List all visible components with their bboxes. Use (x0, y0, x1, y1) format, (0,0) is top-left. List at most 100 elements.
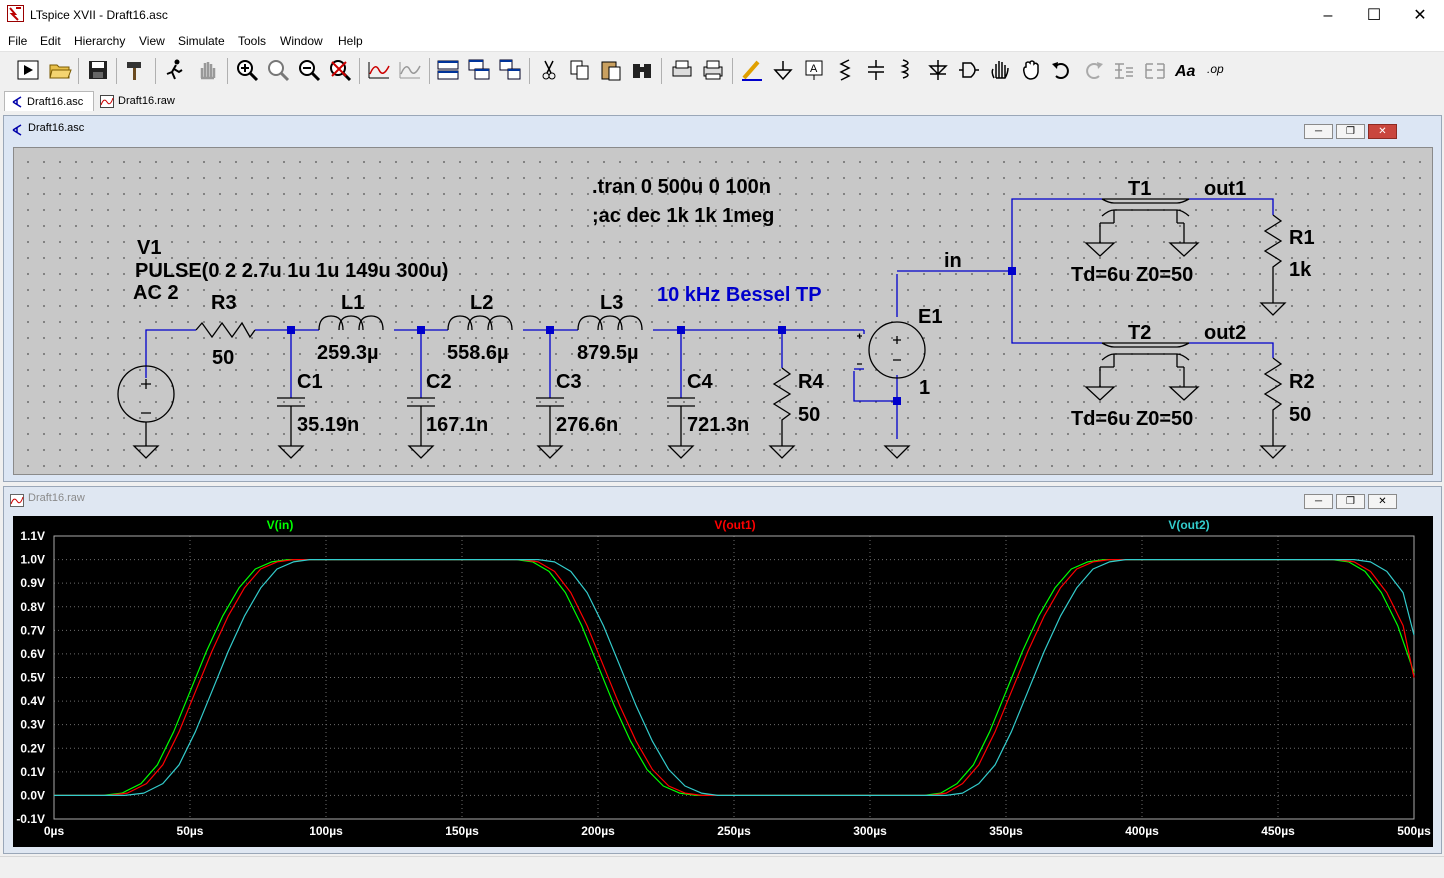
y-tick-label: 0.2V (20, 741, 45, 755)
l3-value[interactable]: 879.5µ (577, 342, 639, 364)
undo-icon[interactable] (1050, 58, 1074, 82)
zoom-pan-icon[interactable] (266, 58, 290, 82)
c4-value[interactable]: 721.3n (687, 414, 749, 436)
maximize-button[interactable]: ☐ (1351, 0, 1397, 31)
draw-wire-icon[interactable] (740, 58, 764, 82)
t2-value[interactable]: Td=6u Z0=50 (1071, 408, 1193, 430)
v1-value[interactable]: PULSE(0 2 2.7u 1u 1u 149u 300u) (135, 260, 448, 282)
v1-ac[interactable]: AC 2 (133, 282, 179, 304)
drag-hand-icon[interactable] (1019, 58, 1043, 82)
ac-directive[interactable]: ;ac dec 1k 1k 1meg (592, 205, 774, 227)
component-icon[interactable] (957, 58, 981, 82)
r4-value[interactable]: 50 (798, 404, 820, 426)
net-in-label[interactable]: in (944, 250, 962, 272)
zoom-in-icon[interactable] (235, 58, 259, 82)
r2-name[interactable]: R2 (1289, 371, 1315, 393)
menu-file[interactable]: File (8, 34, 27, 48)
hammer-icon[interactable] (124, 58, 148, 82)
r2-value[interactable]: 50 (1289, 404, 1311, 426)
t2-name[interactable]: T2 (1128, 322, 1151, 344)
zoom-fit-icon[interactable] (328, 58, 352, 82)
v1-name[interactable]: V1 (137, 237, 161, 259)
plot-view-icon[interactable] (398, 58, 422, 82)
c2-name[interactable]: C2 (426, 371, 452, 393)
print-setup-icon[interactable] (701, 58, 725, 82)
menu-help[interactable]: Help (338, 34, 363, 48)
l1-value[interactable]: 259.3µ (317, 342, 379, 364)
find-binoculars-icon[interactable] (630, 58, 654, 82)
e1-value[interactable]: 1 (919, 377, 930, 399)
tab-draft16-asc[interactable]: Draft16.asc (4, 91, 94, 111)
mdi-close-button[interactable]: ✕ (1368, 124, 1397, 139)
r3-name[interactable]: R3 (211, 292, 237, 314)
menu-view[interactable]: View (139, 34, 165, 48)
c3-name[interactable]: C3 (556, 371, 582, 393)
filter-comment[interactable]: 10 kHz Bessel TP (657, 284, 822, 306)
r1-value[interactable]: 1k (1289, 259, 1312, 281)
copy-icon[interactable] (568, 58, 592, 82)
waveform-icon (10, 494, 24, 507)
c1-name[interactable]: C1 (297, 371, 323, 393)
waveform-plot[interactable]: 0µs 50µs 100µs 150µs 200µs 250µs 300µs 350µs 400… (13, 516, 1433, 847)
capacitor-icon[interactable] (864, 58, 888, 82)
run-man-icon[interactable] (163, 58, 187, 82)
inductor-icon[interactable] (895, 58, 919, 82)
t1-name[interactable]: T1 (1128, 178, 1151, 200)
redo-icon[interactable] (1081, 58, 1105, 82)
mdi-restore-button[interactable]: ❐ (1336, 124, 1365, 139)
t1-value[interactable]: Td=6u Z0=50 (1071, 264, 1193, 286)
zoom-out-icon[interactable] (297, 58, 321, 82)
tile-horizontal-icon[interactable] (436, 58, 460, 82)
run-icon[interactable] (16, 58, 40, 82)
c1-value[interactable]: 35.19n (297, 414, 359, 436)
rotate-icon[interactable] (1112, 58, 1136, 82)
mdi-minimize-button[interactable]: ─ (1304, 494, 1333, 509)
r3-value[interactable]: 50 (212, 347, 234, 369)
paste-icon[interactable] (599, 58, 623, 82)
cascade-icon[interactable] (467, 58, 491, 82)
halt-hand-icon[interactable] (195, 58, 219, 82)
r4-name[interactable]: R4 (798, 371, 824, 393)
diode-icon[interactable] (926, 58, 950, 82)
open-folder-icon[interactable] (48, 58, 72, 82)
c4-name[interactable]: C4 (687, 371, 713, 393)
c3-value[interactable]: 276.6n (556, 414, 618, 436)
spice-directive-icon[interactable]: .op (1205, 58, 1229, 82)
tab-draft16-raw[interactable]: Draft16.raw (96, 91, 184, 111)
minimize-button[interactable]: – (1305, 0, 1351, 31)
l2-value[interactable]: 558.6µ (447, 342, 509, 364)
menu-bar: File Edit Hierarchy View Simulate Tools … (0, 31, 1444, 51)
x-tick-label: 150µs (445, 824, 479, 838)
r1-name[interactable]: R1 (1289, 227, 1315, 249)
label-net-icon[interactable]: A (802, 58, 826, 82)
print-icon[interactable] (670, 58, 694, 82)
e1-name[interactable]: E1 (918, 306, 942, 328)
mirror-icon[interactable] (1143, 58, 1167, 82)
tab-label: Draft16.asc (27, 96, 84, 108)
l2-name[interactable]: L2 (470, 292, 493, 314)
l3-name[interactable]: L3 (600, 292, 623, 314)
menu-tools[interactable]: Tools (238, 34, 266, 48)
move-hand-icon[interactable] (988, 58, 1012, 82)
c2-value[interactable]: 167.1n (426, 414, 488, 436)
save-icon[interactable] (86, 58, 110, 82)
mdi-close-button[interactable]: ✕ (1368, 494, 1397, 509)
menu-window[interactable]: Window (280, 34, 323, 48)
menu-simulate[interactable]: Simulate (178, 34, 225, 48)
plot-settings-icon[interactable] (367, 58, 391, 82)
tran-directive[interactable]: .tran 0 500u 0 100n (592, 176, 771, 198)
mdi-minimize-button[interactable]: ─ (1304, 124, 1333, 139)
menu-hierarchy[interactable]: Hierarchy (74, 34, 125, 48)
net-out2-label[interactable]: out2 (1204, 322, 1246, 344)
text-icon[interactable]: Aa (1174, 58, 1198, 82)
net-out1-label[interactable]: out1 (1204, 178, 1246, 200)
l1-name[interactable]: L1 (341, 292, 364, 314)
schematic-canvas[interactable]: .tran 0 500u 0 100n ;ac dec 1k 1k 1meg 1… (13, 147, 1433, 475)
resistor-icon[interactable] (833, 58, 857, 82)
cut-icon[interactable] (537, 58, 561, 82)
menu-edit[interactable]: Edit (40, 34, 61, 48)
close-button[interactable]: ✕ (1397, 0, 1443, 31)
tile-vertical-icon[interactable] (498, 58, 522, 82)
ground-icon[interactable] (771, 58, 795, 82)
mdi-restore-button[interactable]: ❐ (1336, 494, 1365, 509)
